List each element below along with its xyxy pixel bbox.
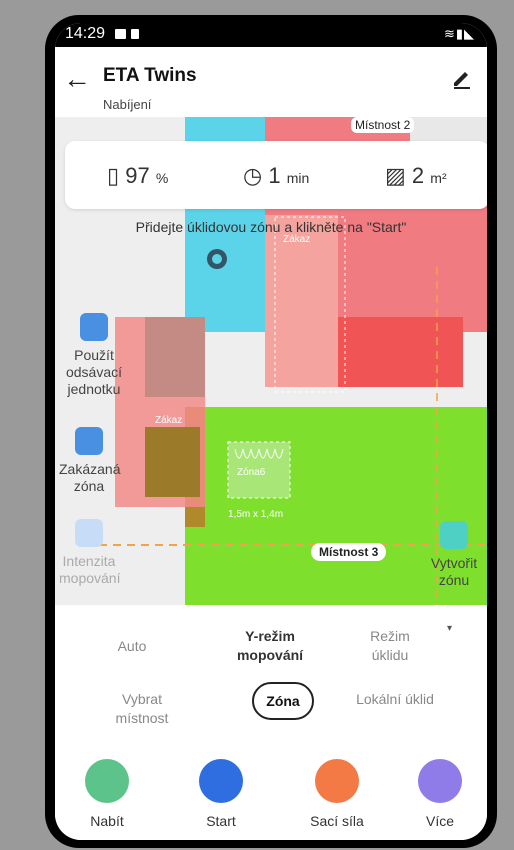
mode-zone[interactable]: Zóna (252, 682, 314, 720)
room-label-room3[interactable]: Místnost 3 (311, 543, 387, 561)
time-stat: ◷ 1 min (243, 163, 309, 189)
screen: 14:29 ≋▮◣ ← ETA Twins Nabíjení ▯ 97 % ◷ … (55, 23, 487, 840)
room-label-room2[interactable]: Místnost 2 (351, 117, 415, 133)
suction-icon (315, 759, 359, 803)
clock-icon: ◷ (243, 163, 263, 188)
suction-label: Sací síla (310, 813, 364, 829)
device-status: Nabíjení (103, 97, 152, 112)
battery-stat: ▯ 97 % (107, 163, 168, 189)
create-zone-action[interactable]: Vytvořit zónu (423, 521, 485, 589)
sd-card-icon (131, 29, 139, 39)
area-value: 2 (411, 163, 425, 188)
header: ← ETA Twins Nabíjení (55, 47, 487, 125)
gallery-icon (115, 29, 126, 39)
mop-intensity-label: Intenzita mopování (59, 553, 121, 586)
suction-button[interactable]: Sací síla (297, 759, 377, 829)
start-button[interactable]: Start (181, 759, 261, 829)
start-label: Start (206, 813, 236, 829)
create-zone-label: Vytvořit zónu (430, 555, 478, 588)
bottom-bar: Nabít Start Sací síla Více (55, 745, 487, 840)
stats-panel: ▯ 97 % ◷ 1 min ▨ 2 m² (65, 141, 487, 209)
plus-icon (440, 521, 468, 549)
wifi-signal-battery-icon: ≋▮◣ (443, 26, 475, 41)
mode-auto[interactable]: Auto (100, 637, 164, 656)
time-value: 1 (268, 163, 281, 188)
use-dock-label: Použít odsávací jednotku (65, 347, 123, 397)
no-go-zone-label: Zakázaná zóna (59, 461, 121, 494)
battery-value: 97 (125, 163, 150, 188)
phone-frame: 14:29 ≋▮◣ ← ETA Twins Nabíjení ▯ 97 % ◷ … (45, 15, 497, 848)
area-stat: ▨ 2 m² (385, 163, 447, 189)
water-drop-icon (75, 519, 103, 547)
broom-icon (199, 759, 243, 803)
chevron-down-icon[interactable]: ▾ (447, 623, 452, 634)
mode-y-mopping[interactable]: Y-režim mopování (220, 627, 320, 665)
map-hint: Přidejte úklidovou zónu a klikněte na "S… (135, 219, 407, 235)
zone-size: 1,5m x 1,4m (228, 509, 284, 520)
more-label: Více (425, 813, 454, 829)
home-icon (85, 759, 129, 803)
status-time: 14:29 (65, 25, 106, 42)
battery-unit: % (155, 170, 169, 186)
more-button[interactable]: Více (400, 759, 480, 829)
device-title: ETA Twins (103, 65, 197, 86)
zone-label[interactable]: Zóna6 (237, 467, 265, 478)
mode-select-room[interactable]: Vybrat místnost (105, 690, 179, 728)
no-go-label-top: Zákaz (283, 234, 311, 245)
cleaning-modes: Auto Y-režim mopování Režim úklidu ▾ Vyb… (55, 605, 487, 745)
no-go-zone-action[interactable]: Zakázaná zóna (59, 427, 121, 495)
area-unit: m² (430, 170, 447, 186)
use-dock-action[interactable]: Použít odsávací jednotku (59, 313, 129, 398)
time-unit: min (286, 170, 310, 186)
charge-button[interactable]: Nabít (67, 759, 147, 829)
mode-local-clean[interactable]: Lokální úklid (355, 690, 435, 709)
charge-label: Nabít (90, 813, 124, 829)
area-icon: ▨ (385, 163, 406, 188)
back-arrow-icon[interactable]: ← (63, 65, 91, 93)
cleaning-map[interactable]: ▯ 97 % ◷ 1 min ▨ 2 m² Místnost 2 Přidejt… (55, 117, 487, 605)
more-dots-icon (418, 759, 462, 803)
battery-icon: ▯ (107, 163, 120, 188)
mode-cleaning-mode[interactable]: Režim úklidu (355, 627, 425, 665)
no-go-icon (75, 427, 103, 455)
no-go-label-left: Zákaz (155, 415, 183, 426)
edit-icon[interactable] (451, 67, 473, 89)
dock-icon (80, 313, 108, 341)
status-bar: 14:29 ≋▮◣ (55, 23, 487, 47)
mop-intensity-action[interactable]: Intenzita mopování (59, 519, 121, 587)
